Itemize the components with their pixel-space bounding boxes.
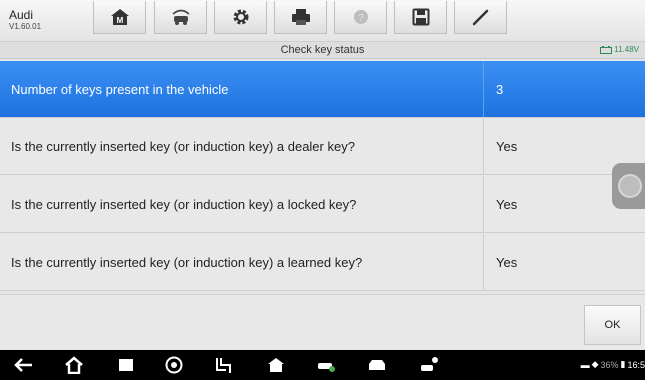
table-row[interactable]: Is the currently inserted key (or induct…: [0, 176, 645, 233]
app-window: Audi V1.60.01 M ? Check key status 11.48…: [0, 0, 645, 380]
car-icon: [369, 360, 385, 370]
edit-button[interactable]: [454, 1, 507, 34]
chrome-icon: [165, 356, 183, 374]
home-icon: [65, 356, 83, 374]
remote-service-button[interactable]: [418, 355, 442, 375]
row-question: Is the currently inserted key (or induct…: [0, 118, 484, 174]
system-nav-bar: ▬ ◆ 36% ▮ 16:5: [0, 350, 645, 380]
gear-icon: [233, 9, 248, 25]
page-title: Check key status: [280, 44, 365, 56]
battery-icon: ▮: [620, 359, 626, 369]
voltage-indicator: 11.48V: [600, 45, 639, 54]
top-toolbar: Audi V1.60.01 M ?: [0, 0, 645, 42]
vehicle-app-button[interactable]: [314, 355, 338, 375]
action-bar: OK: [0, 294, 645, 350]
edit-icon: [472, 9, 488, 26]
help-icon: ?: [353, 10, 368, 24]
battery-voltage-icon: [600, 45, 613, 54]
home-nav-button[interactable]: [62, 355, 86, 375]
row-question: Is the currently inserted key (or induct…: [0, 234, 484, 290]
svg-text:M: M: [116, 16, 123, 25]
save-icon: [412, 8, 429, 26]
vci-button[interactable]: [212, 355, 236, 375]
table-row[interactable]: Is the currently inserted key (or induct…: [0, 234, 645, 291]
message-icon: ▬: [580, 359, 590, 370]
floating-assist-button[interactable]: [612, 163, 645, 209]
voltage-value: 11.48V: [614, 45, 639, 54]
back-icon: [14, 358, 32, 372]
browser-button[interactable]: [162, 355, 186, 375]
vci-connect-icon: [216, 358, 231, 373]
diagnostics-home-button[interactable]: [264, 355, 288, 375]
vehicle-swap-icon: [171, 9, 190, 25]
brand-name: Audi: [9, 8, 34, 22]
svg-text:?: ?: [358, 13, 364, 24]
row-answer: 3: [496, 81, 504, 97]
car-person-icon: [421, 357, 438, 371]
help-button[interactable]: ?: [334, 1, 387, 34]
table-row[interactable]: Number of keys present in the vehicle 3: [0, 61, 645, 118]
row-answer: Yes: [496, 254, 518, 270]
assist-circle-icon: [618, 174, 642, 198]
vehicle-swap-button[interactable]: [154, 1, 207, 34]
print-icon: [291, 9, 310, 25]
recent-apps-icon: [119, 359, 133, 371]
brand-info: Audi V1.60.01: [9, 9, 41, 32]
home-icon: M: [110, 9, 129, 25]
clock: 16:5: [627, 359, 645, 370]
print-button[interactable]: [274, 1, 327, 34]
title-bar: Check key status 11.48V: [0, 42, 645, 59]
row-question: Number of keys present in the vehicle: [0, 61, 484, 117]
wifi-icon: ◆: [591, 359, 599, 369]
vehicle-menu-button[interactable]: [365, 355, 389, 375]
ok-button[interactable]: OK: [584, 305, 641, 345]
version-label: V1.60.01: [9, 22, 42, 31]
settings-button[interactable]: [214, 1, 267, 34]
table-row[interactable]: Is the currently inserted key (or induct…: [0, 118, 645, 175]
back-button[interactable]: [12, 355, 36, 375]
car-icon: [318, 363, 335, 372]
recent-apps-button[interactable]: [114, 355, 138, 375]
status-area: ▬ ◆ 36% ▮ 16:5: [581, 359, 645, 370]
home-button[interactable]: M: [93, 1, 146, 34]
home-icon: [268, 358, 284, 372]
row-question: Is the currently inserted key (or induct…: [0, 176, 484, 232]
battery-percent: 36%: [600, 359, 619, 370]
save-button[interactable]: [394, 1, 447, 34]
